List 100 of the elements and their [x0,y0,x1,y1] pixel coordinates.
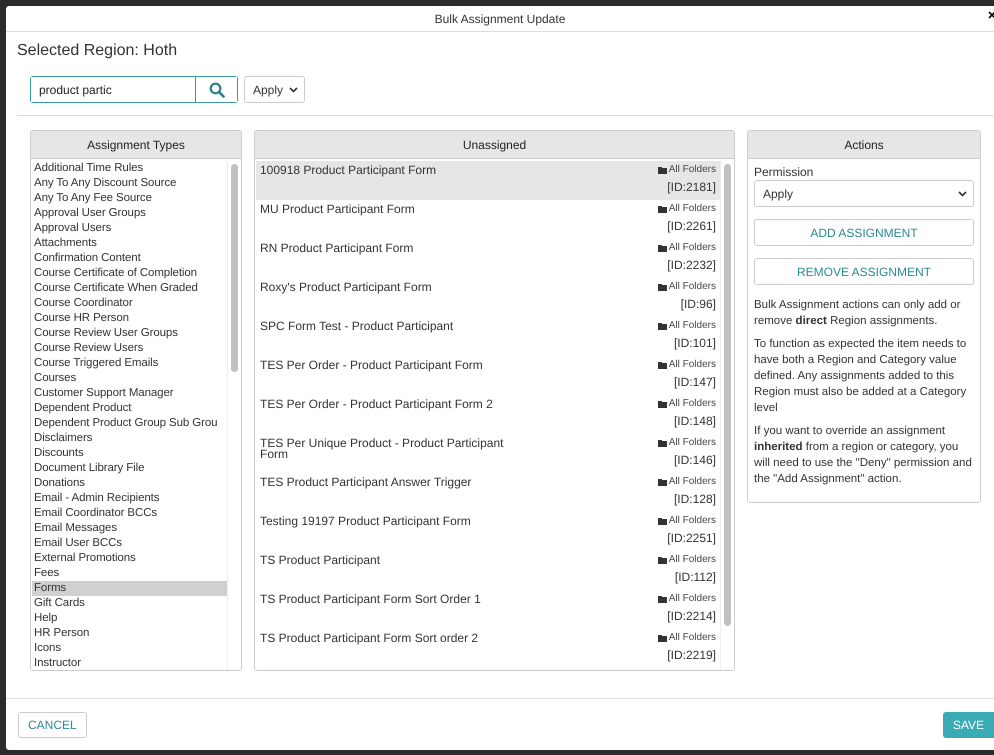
folder-label: All Folders [668,164,716,175]
list-item[interactable]: Dependent Product Group Sub Grou [32,416,227,431]
list-item[interactable]: TES Per Unique Product - Product Participant Form All Folders [ID:146] [256,434,720,473]
list-item[interactable]: Courses [32,371,227,386]
list-item[interactable]: Discounts [32,446,227,461]
list-item[interactable]: TS Product Participant All Folders [ID:112] [256,551,720,590]
folder-icon [658,204,667,212]
list-item[interactable]: 100918 Product Participant Form All Folders [ID:2181] [256,161,720,200]
item-id: [ID:2214] [667,609,716,623]
list-item[interactable]: Additional Time Rules [32,161,227,176]
list-item[interactable]: Course Coordinator [32,296,227,311]
panel-header: Unassigned [255,131,734,159]
folder-icon [658,478,667,486]
item-id: [ID:112] [674,570,716,584]
item-id: [ID:96] [680,297,716,311]
list-item[interactable]: TS Product Participant Form Sort Order 1 All Folders [ID:2214] [256,590,720,629]
list-item[interactable]: Disclaimers [32,431,227,446]
search-icon [208,82,224,98]
list-item[interactable]: Fees [32,566,227,581]
search-field[interactable]: product partic [30,76,238,103]
item-name: SPC Form Test - Product Participant [260,320,454,335]
list-item[interactable]: SPC Form Test - Product Participant All Folders [ID:101] [256,317,720,356]
permission-label: Permission [754,165,814,179]
folder-label: All Folders [668,593,716,604]
folder-icon [658,516,667,524]
folder-label: All Folders [668,359,716,370]
item-id: [ID:2219] [667,648,716,662]
panel-header: Assignment Types [31,131,241,159]
help-text: To function as expected the item needs to have both a Region and Category value defined. Any assignments added to this Region must also be added at a Category level [754,337,968,416]
folder-label: All Folders [668,203,716,214]
list-item[interactable]: Email - Admin Recipients [32,491,227,506]
folder-icon [658,556,667,564]
item-name: Roxy's Product Participant Form [260,281,433,296]
list-item[interactable]: TS Product Participant Form Sort order 2 All Folders [ID:2219] [256,629,720,668]
folder-icon [658,400,667,408]
list-item[interactable]: External Promotions [32,551,227,566]
list-item[interactable]: HR Person [32,626,227,641]
folder-label: All Folders [668,437,716,448]
caret-icon [289,86,298,92]
list-item[interactable]: Approval Users [32,221,227,236]
folder-icon [658,244,667,252]
list-item[interactable]: Email Messages [32,521,227,536]
list-item[interactable]: Attachments [32,236,227,251]
filter-select[interactable]: Apply [244,76,306,103]
scrollbar-thumb[interactable] [231,164,238,372]
action-button[interactable]: ADD ASSIGNMENT [754,219,974,246]
scrollbar-thumb[interactable] [724,164,731,626]
list-item[interactable]: TES Product Participant Answer Trigger All Folders [ID:128] [256,473,720,512]
caret-icon [958,190,967,196]
folder-label: All Folders [668,398,716,409]
item-name: RN Product Participant Form [260,242,414,257]
list-item[interactable]: Course Certificate When Graded [32,281,227,296]
folder-icon [658,360,667,368]
folder-label: All Folders [668,242,716,253]
list-item[interactable]: Any To Any Discount Source [32,176,227,191]
list-item[interactable]: Approval User Groups [32,206,227,221]
list-item[interactable]: Testing 19197 Product Participant Form All Folders [ID:2251] [256,512,720,551]
cancel-button[interactable]: CANCEL [18,712,87,738]
list-item[interactable]: Email Coordinator BCCs [32,506,227,521]
list-item[interactable]: Course Review User Groups [32,326,227,341]
help-text: If you want to override an assignment inherited from a region or category, you will need to use the "Deny" permission and the "Add Assignment" action. [754,424,973,487]
list-item[interactable]: Customer Support Manager [32,386,227,401]
list-item[interactable]: Roxy's Product Participant Form All Folders [ID:96] [256,278,720,317]
item-name: TES Per Order - Product Participant Form [260,359,484,374]
item-name: MU Product Participant Form [260,203,416,218]
list-item[interactable]: Confirmation Content [32,251,227,266]
list-item[interactable]: Email User BCCs [32,536,227,551]
item-id: [ID:2181] [667,180,716,194]
close-icon[interactable] [988,10,994,20]
list-item[interactable]: TES Per Order - Product Participant Form 2 All Folders [ID:148] [256,395,720,434]
list-item[interactable]: Help [32,611,227,626]
item-id: [ID:148] [674,414,716,428]
list-item[interactable]: Gift Cards [32,596,227,611]
item-id: [ID:2251] [667,531,716,545]
list-item[interactable]: Any To Any Fee Source [32,191,227,206]
folder-icon [658,594,667,602]
item-id: [ID:128] [674,492,716,506]
list-item[interactable]: Course Certificate of Completion [32,266,227,281]
folder-label: All Folders [668,515,716,526]
list-item[interactable]: Course Triggered Emails [32,356,227,371]
item-name: TES Per Unique Product - Product Participant Form [260,437,504,463]
list-item[interactable]: Document Library File [32,461,227,476]
item-id: [ID:101] [674,336,716,350]
list-item[interactable]: Forms [32,581,227,596]
item-id: [ID:146] [674,453,716,467]
permission-select[interactable]: Apply [754,180,974,207]
folder-label: All Folders [668,320,716,331]
list-item[interactable]: RN Product Participant Form All Folders [ID:2232] [256,239,720,278]
list-item[interactable]: Instructor [32,656,227,670]
list-item[interactable]: Dependent Product [32,401,227,416]
action-button[interactable]: REMOVE ASSIGNMENT [754,258,974,285]
item-name: TS Product Participant Form Sort order 2 [260,632,480,647]
list-item[interactable]: Icons [32,641,227,656]
list-item[interactable]: Donations [32,476,227,491]
folder-icon [658,166,667,174]
folder-icon [658,438,667,446]
list-item[interactable]: Course Review Users [32,341,227,356]
list-item[interactable]: MU Product Participant Form All Folders [ID:2261] [256,200,720,239]
list-item[interactable]: TES Per Order - Product Participant Form All Folders [ID:147] [256,356,720,395]
list-item[interactable]: Course HR Person [32,311,227,326]
